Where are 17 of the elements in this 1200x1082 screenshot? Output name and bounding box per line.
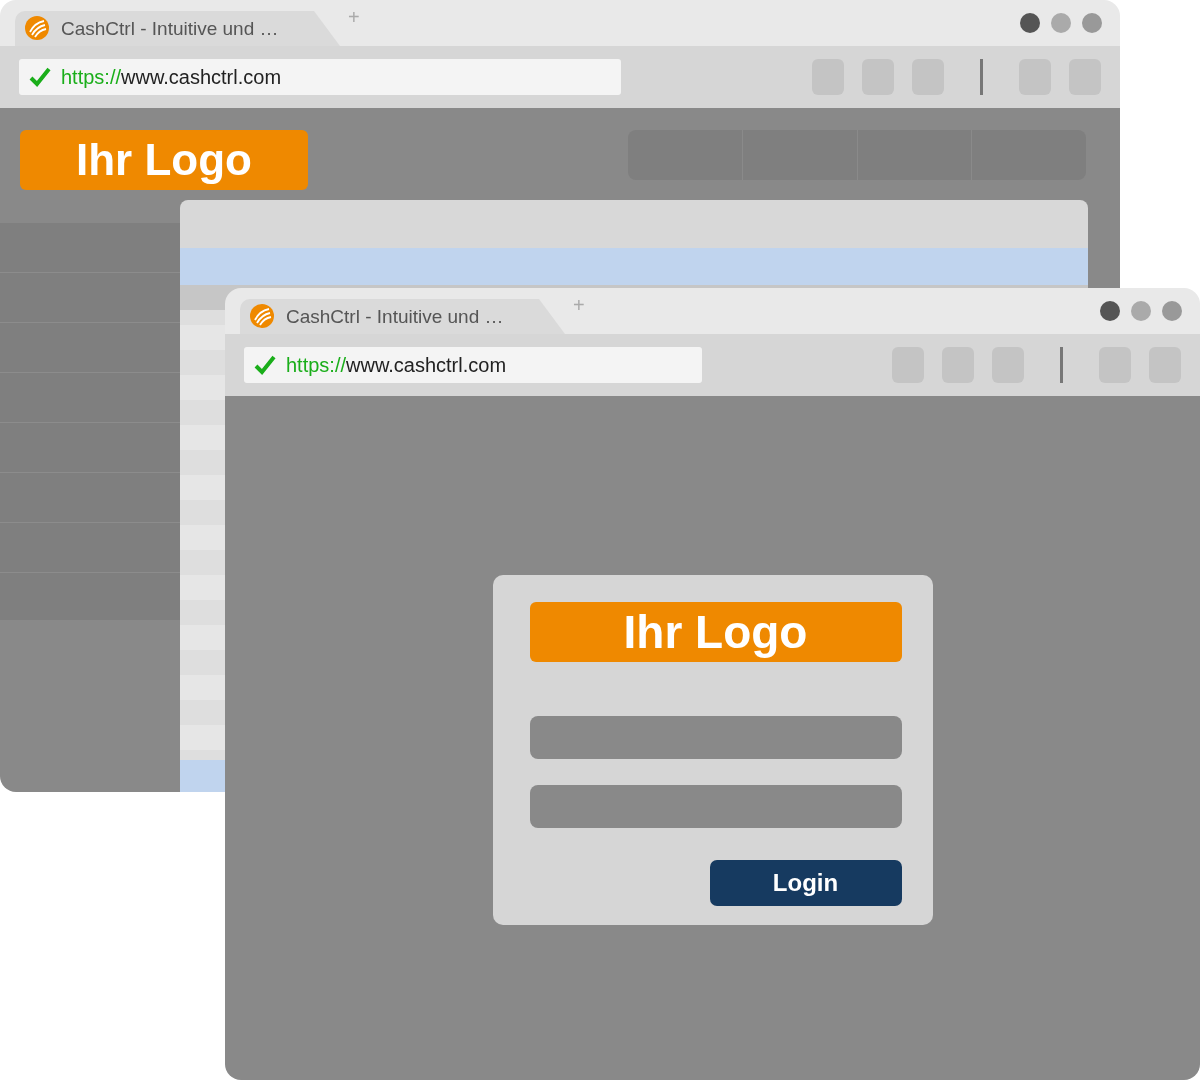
tab-title: CashCtrl - Intuitive und … <box>61 17 279 40</box>
address-field[interactable]: https://www.cashctrl.com <box>19 59 621 95</box>
url-text: https://www.cashctrl.com <box>61 65 282 89</box>
login-button[interactable]: Login <box>709 860 902 906</box>
logo-banner: Ihr Logo <box>529 602 902 662</box>
logo-icon <box>250 303 276 330</box>
input-field[interactable] <box>529 785 902 828</box>
logo-icon <box>25 15 51 42</box>
tab-title: CashCtrl - Intuitive und … <box>286 305 504 328</box>
logo-banner: Ihr Logo <box>20 130 308 190</box>
url-text: https://www.cashctrl.com <box>286 353 507 377</box>
browser-tab[interactable]: CashCtrl - Intuitive und … <box>240 299 565 334</box>
input-field[interactable] <box>529 716 902 759</box>
browser-tab[interactable]: CashCtrl - Intuitive und … <box>15 11 340 46</box>
window-control-button[interactable] <box>1100 301 1120 321</box>
window-control-button[interactable] <box>1020 13 1040 33</box>
address-field[interactable]: https://www.cashctrl.com <box>244 347 702 383</box>
